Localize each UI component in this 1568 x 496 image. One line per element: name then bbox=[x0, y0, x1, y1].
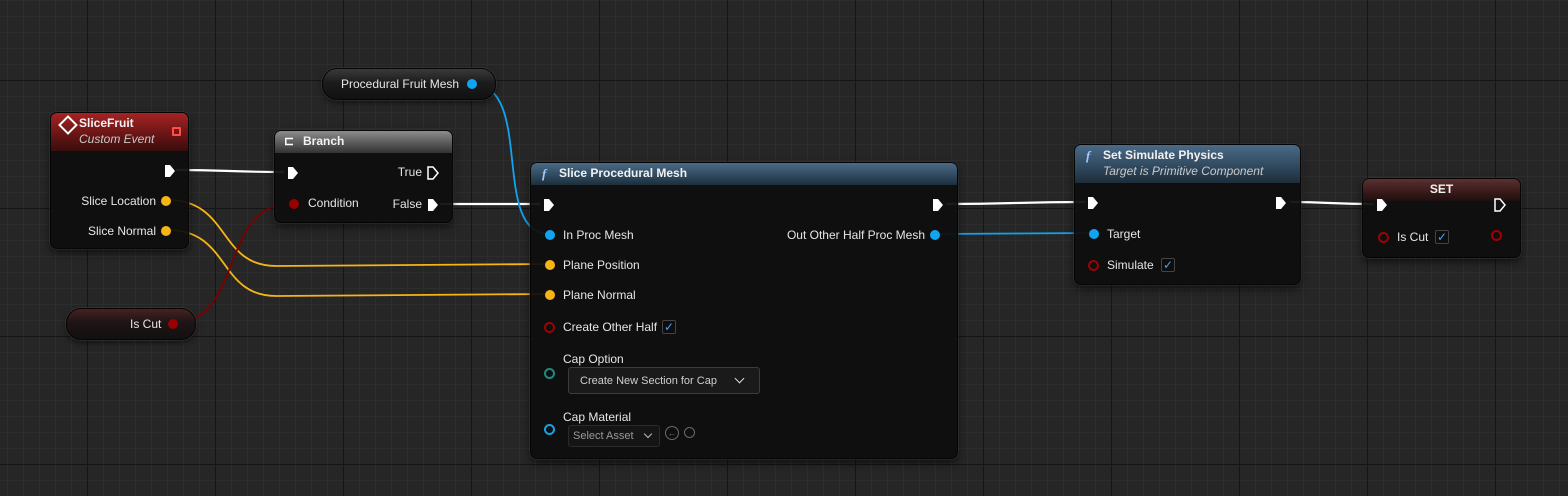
cap-material-label: Cap Material bbox=[563, 410, 632, 424]
exec-wire-event-branch bbox=[175, 168, 285, 174]
branch-title: Branch bbox=[303, 134, 345, 148]
create-other-half-checkbox[interactable]: ✓ bbox=[662, 320, 676, 334]
out-other-half-pin[interactable] bbox=[930, 230, 940, 240]
slice-exec-in-pin[interactable] bbox=[543, 198, 555, 212]
branch-icon: ⊏ bbox=[284, 134, 295, 148]
simulate-label: Simulate bbox=[1107, 258, 1154, 272]
search-icon[interactable] bbox=[684, 427, 695, 438]
function-icon: f bbox=[1086, 148, 1091, 163]
cap-option-dropdown[interactable]: Create New Section for Cap bbox=[568, 367, 760, 394]
is-cut-getter-pin[interactable] bbox=[168, 319, 178, 329]
branch-false-pin[interactable] bbox=[427, 198, 439, 212]
set-simulate-physics-title: Set Simulate Physics bbox=[1103, 148, 1224, 162]
set-is-cut-checkbox[interactable]: ✓ bbox=[1435, 230, 1449, 244]
branch-true-pin[interactable] bbox=[427, 166, 439, 180]
set-is-cut-in-pin[interactable] bbox=[1378, 232, 1389, 243]
branch-header[interactable]: ⊏ Branch bbox=[275, 131, 452, 153]
branch-node[interactable]: ⊏ Branch True Condition False bbox=[274, 130, 453, 223]
plane-position-label: Plane Position bbox=[563, 258, 640, 272]
set-node-title: SET bbox=[1429, 182, 1454, 196]
set-exec-out-pin[interactable] bbox=[1494, 198, 1506, 212]
set-simulate-physics-header[interactable]: f Set Simulate Physics Target is Primiti… bbox=[1075, 145, 1300, 183]
wire-plane-normal bbox=[275, 293, 549, 297]
wire-is-cut-condition bbox=[172, 202, 294, 324]
cap-material-asset-picker[interactable]: Select Asset bbox=[568, 425, 660, 447]
set-is-cut-out-pin[interactable] bbox=[1491, 230, 1502, 241]
procedural-fruit-mesh-label: Procedural Fruit Mesh bbox=[341, 77, 460, 91]
set-exec-in-pin[interactable] bbox=[1376, 198, 1388, 212]
event-diamond-icon bbox=[58, 115, 78, 135]
physics-exec-out-pin[interactable] bbox=[1275, 196, 1287, 210]
target-label: Target bbox=[1107, 227, 1141, 241]
slice-fruit-title: SliceFruit bbox=[79, 116, 134, 130]
simulate-checkbox[interactable]: ✓ bbox=[1161, 258, 1175, 272]
cap-option-value: Create New Section for Cap bbox=[580, 375, 717, 387]
delegate-square-icon[interactable] bbox=[172, 127, 181, 136]
chevron-down-icon bbox=[643, 429, 653, 439]
target-pin[interactable] bbox=[1089, 229, 1099, 239]
slice-location-label: Slice Location bbox=[81, 194, 156, 208]
branch-true-label: True bbox=[397, 165, 422, 179]
slice-procedural-mesh-header[interactable]: f Slice Procedural Mesh bbox=[531, 163, 957, 185]
browse-arrow-icon[interactable]: ← bbox=[665, 426, 679, 440]
plane-normal-label: Plane Normal bbox=[563, 288, 636, 302]
plane-position-pin[interactable] bbox=[545, 260, 555, 270]
cap-material-value: Select Asset bbox=[573, 430, 634, 442]
cap-material-pin[interactable] bbox=[544, 424, 555, 435]
is-cut-getter[interactable]: Is Cut bbox=[66, 308, 196, 340]
branch-false-label: False bbox=[392, 197, 422, 211]
condition-label: Condition bbox=[308, 196, 359, 210]
slice-procedural-mesh-node[interactable]: f Slice Procedural Mesh In Proc Mesh Out… bbox=[530, 162, 958, 459]
exec-out-pin[interactable] bbox=[164, 164, 176, 178]
is-cut-getter-label: Is Cut bbox=[130, 317, 162, 331]
wire-plane-position bbox=[275, 263, 549, 267]
procedural-fruit-mesh-pin[interactable] bbox=[467, 79, 477, 89]
branch-exec-in-pin[interactable] bbox=[287, 166, 299, 180]
slice-normal-pin[interactable] bbox=[161, 226, 171, 236]
in-proc-mesh-pin[interactable] bbox=[545, 230, 555, 240]
slice-fruit-subtitle: Custom Event bbox=[79, 132, 155, 146]
set-simulate-physics-node[interactable]: f Set Simulate Physics Target is Primiti… bbox=[1074, 144, 1301, 285]
create-other-half-label: Create Other Half bbox=[563, 320, 658, 334]
slice-fruit-event-node[interactable]: SliceFruit Custom Event Slice Location S… bbox=[50, 112, 189, 249]
slice-normal-label: Slice Normal bbox=[87, 224, 156, 238]
set-simulate-physics-subtitle: Target is Primitive Component bbox=[1103, 164, 1264, 178]
create-other-half-pin[interactable] bbox=[544, 322, 555, 333]
simulate-pin[interactable] bbox=[1088, 260, 1099, 271]
wire-other-half-target bbox=[934, 232, 1094, 235]
cap-option-label: Cap Option bbox=[563, 352, 624, 366]
physics-exec-in-pin[interactable] bbox=[1087, 196, 1099, 210]
function-icon: f bbox=[542, 166, 547, 181]
cap-option-pin[interactable] bbox=[544, 368, 555, 379]
procedural-fruit-mesh-getter[interactable]: Procedural Fruit Mesh bbox=[322, 68, 496, 100]
slice-location-pin[interactable] bbox=[161, 196, 171, 206]
slice-procedural-mesh-title: Slice Procedural Mesh bbox=[559, 166, 688, 180]
condition-pin[interactable] bbox=[289, 199, 299, 209]
set-is-cut-node[interactable]: SET Is Cut ✓ bbox=[1362, 178, 1521, 258]
slice-exec-out-pin[interactable] bbox=[932, 198, 944, 212]
plane-normal-pin[interactable] bbox=[545, 290, 555, 300]
set-is-cut-label: Is Cut bbox=[1397, 230, 1429, 244]
out-other-half-label: Out Other Half Proc Mesh bbox=[786, 228, 925, 242]
chevron-down-icon bbox=[734, 373, 745, 384]
slice-fruit-header[interactable]: SliceFruit Custom Event bbox=[51, 113, 188, 151]
exec-wire-slice-physics bbox=[945, 200, 1086, 206]
in-proc-mesh-label: In Proc Mesh bbox=[563, 228, 634, 242]
